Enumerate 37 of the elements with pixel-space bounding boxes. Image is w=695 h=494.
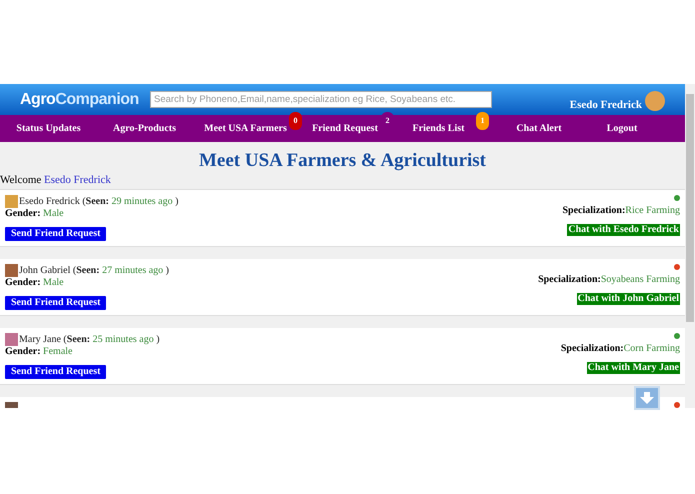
chat-link[interactable]: Chat with Esedo Fredrick [567, 224, 680, 236]
chat-link[interactable]: Chat with Mary Jane [586, 362, 680, 374]
nav-link[interactable]: Status Updates [16, 121, 81, 136]
scrollbar[interactable] [685, 84, 695, 408]
send-friend-request-button[interactable]: Send Friend Request [5, 365, 106, 379]
farmer-name-seen: Esedo Fredrick (Seen: 29 minutes ago ) [19, 196, 178, 208]
send-friend-request-button[interactable]: Send Friend Request [5, 296, 106, 310]
gender-text: Gender: Male [5, 208, 65, 220]
avatar-thumbnail [5, 333, 18, 346]
count-badge: 0 [289, 112, 302, 130]
nav-link[interactable]: Agro-Products [113, 121, 176, 136]
send-friend-request-button[interactable]: Send Friend Request [5, 227, 106, 241]
farmer-name-seen: Mary Jane (Seen: 25 minutes ago ) [19, 334, 160, 346]
specialization-text: Specialization:Rice Farming [562, 205, 680, 217]
gender-text: Gender: Male [5, 277, 65, 289]
chat-link[interactable]: Chat with John Gabriel [576, 293, 680, 305]
avatar-icon[interactable] [645, 90, 665, 110]
specialization-text: Specialization:Corn Farming [560, 343, 680, 355]
nav-link[interactable]: Logout [606, 121, 638, 136]
search-field[interactable]: Search by Phoneno,Email,name,specialization eg Rice, Soyabeans etc. [150, 91, 492, 108]
count-badge: 1 [476, 112, 489, 130]
user-name[interactable]: Esedo Fredrick [570, 97, 642, 114]
user-link[interactable]: Esedo Fredrick [44, 174, 111, 186]
nav-link[interactable]: Meet USA Farmers [204, 121, 287, 136]
avatar-thumbnail [5, 264, 18, 277]
nav-link[interactable]: Friends List [412, 121, 464, 136]
gender-text: Gender: Female [5, 346, 74, 358]
nav-link[interactable]: Chat Alert [516, 121, 562, 136]
page-title: Meet USA Farmers & Agriculturist [198, 150, 488, 172]
welcome-label: Welcome [0, 174, 42, 186]
arrow-down-icon [640, 392, 654, 404]
scroll-down-button[interactable] [634, 386, 660, 410]
nav-link[interactable]: Friend Request [312, 121, 378, 136]
logo[interactable]: AgroCompanion [20, 90, 139, 110]
farmer-name-seen: John Gabriel (Seen: 27 minutes ago ) [19, 265, 170, 277]
avatar-thumbnail [5, 195, 18, 208]
specialization-text: Specialization:Soyabeans Farming [538, 274, 680, 286]
